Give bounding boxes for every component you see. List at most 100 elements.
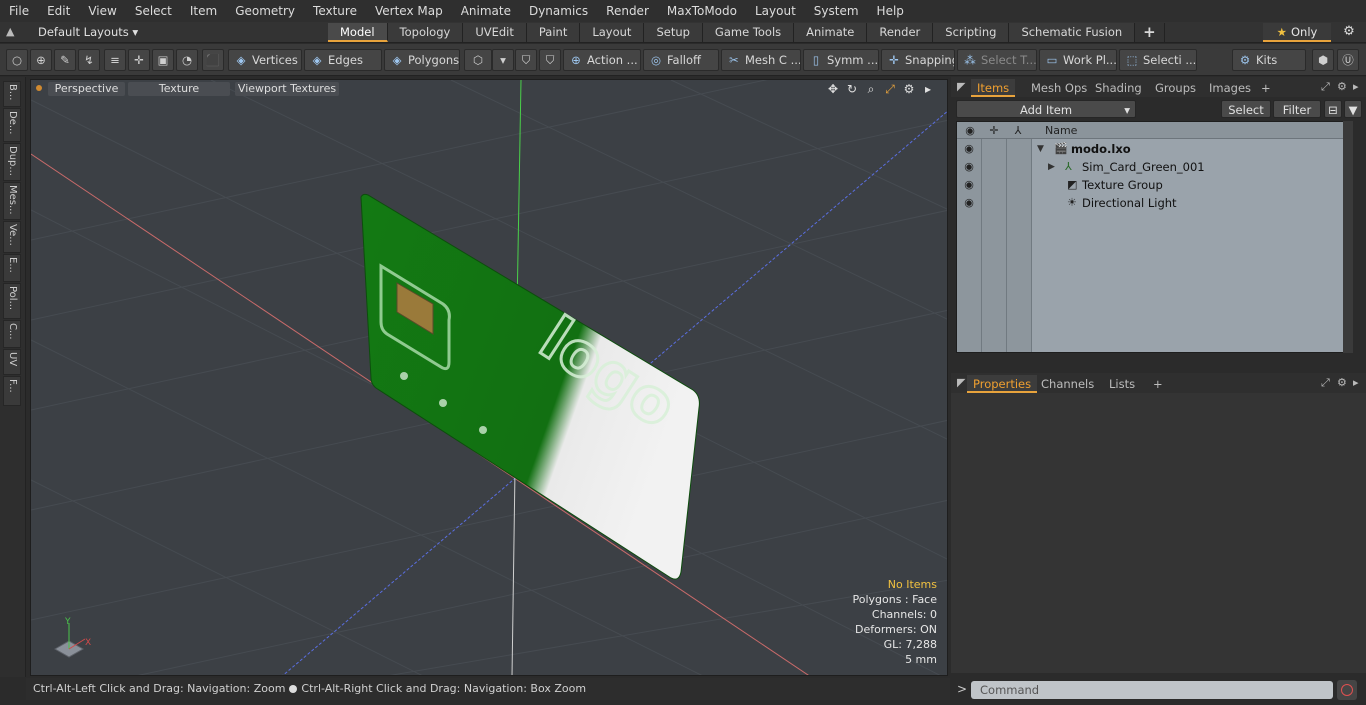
select-through-button[interactable]: ⁂ Select T... [957,49,1037,71]
add-panel-tab-button[interactable]: + [1255,79,1277,97]
panel-settings-icon[interactable]: ⚙ [1337,376,1347,389]
tab-animate[interactable]: Animate [794,23,868,42]
work-plane-button[interactable]: ▭ Work Pl... [1039,49,1117,71]
menu-layout[interactable]: Layout [746,0,805,22]
menu-edit[interactable]: Edit [38,0,79,22]
expand-triangle-icon[interactable]: ▶ [1048,158,1055,176]
mesh-constraint-button[interactable]: ✂ Mesh C ... [721,49,801,71]
pen-tool-button[interactable]: ✎ [54,49,76,71]
kits-button[interactable]: ⚙ Kits [1232,49,1306,71]
command-input[interactable]: Command [971,681,1333,699]
add-item-dropdown[interactable]: Add Item ▾ [956,100,1136,118]
material-mode-button[interactable]: ⬡ [464,49,492,71]
visibility-column-icon[interactable]: ◉ [962,122,978,139]
collapse-triangle-icon[interactable]: ▼ [1037,140,1044,158]
frame-button[interactable]: ▣ [152,49,174,71]
vtab-mesh-edit[interactable]: Mes... [3,182,21,220]
layout-selector[interactable]: Default Layouts ▾ [30,24,146,41]
menu-maxtomodo[interactable]: MaxToModo [658,0,746,22]
menu-view[interactable]: View [79,0,125,22]
vertices-button[interactable]: ◈ Vertices [228,49,302,71]
snapping-button[interactable]: ✛ Snapping [881,49,955,71]
tab-game-tools[interactable]: Game Tools [702,23,795,42]
tab-shading[interactable]: Shading [1089,79,1148,97]
menu-texture[interactable]: Texture [304,0,366,22]
polygons-button[interactable]: ◈ Polygons [384,49,460,71]
tab-mesh-ops[interactable]: Mesh Ops [1025,79,1093,97]
tab-scripting[interactable]: Scripting [933,23,1010,42]
vtab-edge[interactable]: E... [3,254,21,282]
only-button[interactable]: ★ Only [1263,23,1331,42]
record-icon[interactable] [1337,680,1357,700]
viewport-textures-button[interactable]: Viewport Textures [235,82,339,96]
gear-icon[interactable]: ⚙ [1340,24,1358,41]
texture-button[interactable]: Texture [128,82,230,96]
vtab-duplicate[interactable]: Dup... [3,143,21,181]
tab-properties[interactable]: Properties [967,375,1038,393]
tab-items[interactable]: Items [971,79,1016,97]
eye-icon[interactable]: ◉ [961,194,977,212]
tab-model[interactable]: Model [328,23,388,42]
panel-arrow-icon[interactable]: ▸ [1353,80,1359,93]
panel-settings-icon[interactable]: ⚙ [1337,80,1347,93]
snap-toggle-1[interactable]: ⛉ [515,49,537,71]
panel-expand-icon[interactable]: ⤢ [1321,376,1330,390]
menu-select[interactable]: Select [126,0,181,22]
name-column-header[interactable]: Name [1045,122,1077,139]
mode-dropdown-button[interactable]: ▾ [492,49,514,71]
lock-column-icon[interactable]: ✛ [986,122,1002,139]
tab-setup[interactable]: Setup [644,23,703,42]
perspective-button[interactable]: Perspective [48,82,125,96]
menu-item[interactable]: Item [181,0,226,22]
viewport-settings-icon[interactable]: ⚙ [902,82,916,97]
menu-system[interactable]: System [805,0,868,22]
panel-expand-icon[interactable]: ⤢ [1321,80,1330,94]
list-item[interactable]: ◉ ☀ Directional Light [957,194,1347,212]
vtab-uv[interactable]: UV [3,349,21,375]
item-mode-button[interactable]: ⬛ [202,49,224,71]
select-button[interactable]: Select [1221,100,1271,118]
menu-vertex-map[interactable]: Vertex Map [366,0,452,22]
edges-button[interactable]: ◈ Edges [304,49,382,71]
add-panel-tab-button[interactable]: + [1147,375,1169,393]
collapse-icon[interactable]: ⊟ [1324,100,1342,118]
panel-menu-icon[interactable]: ◤ [957,80,965,93]
axis-column-icon[interactable]: ⅄ [1010,122,1026,139]
panel-menu-icon[interactable]: ◤ [957,376,965,389]
maximize-icon[interactable]: ⤢ [883,82,897,97]
action-center-button[interactable]: ⊕ Action ... [563,49,641,71]
select-sphere-button[interactable]: ⊕ [30,49,52,71]
tab-lists[interactable]: Lists [1103,375,1141,393]
vtab-deform[interactable]: De... [3,108,21,142]
vtab-basic[interactable]: B... [3,81,21,107]
rotate-view-icon[interactable]: ↻ [845,82,859,97]
tab-topology[interactable]: Topology [387,23,464,42]
lasso-tool-button[interactable]: ↯ [78,49,100,71]
tab-paint[interactable]: Paint [526,23,581,42]
vtab-polygon[interactable]: Pol... [3,283,21,319]
tab-images[interactable]: Images [1203,79,1257,97]
snap-toggle-2[interactable]: ⛉ [539,49,561,71]
filter-button[interactable]: Filter [1273,100,1321,118]
vtab-fusion[interactable]: F... [3,376,21,406]
tab-uvedit[interactable]: UVEdit [463,23,527,42]
box-kit-button[interactable]: ⬢ [1312,49,1334,71]
3d-viewport[interactable]: logo Perspective Texture Viewport Textur… [30,79,948,676]
eye-icon[interactable]: ◉ [961,158,977,176]
menu-geometry[interactable]: Geometry [226,0,304,22]
eye-icon[interactable]: ◉ [961,176,977,194]
tab-schematic-fusion[interactable]: Schematic Fusion [1009,23,1136,42]
rotate-button[interactable]: ◔ [176,49,198,71]
menu-help[interactable]: Help [868,0,913,22]
menu-dynamics[interactable]: Dynamics [520,0,597,22]
select-circle-button[interactable]: ○ [6,49,28,71]
falloff-button[interactable]: ◎ Falloff [643,49,719,71]
symmetry-button[interactable]: ▯ Symm ... [803,49,879,71]
item-list-scrollbar[interactable] [1343,121,1353,353]
list-item[interactable]: ◉ ▶ ⅄ Sim_Card_Green_001 [957,158,1347,176]
play-icon[interactable]: ▸ [921,82,935,97]
unreal-kit-button[interactable]: Ⓤ [1337,49,1359,71]
move-icon[interactable]: ✥ [826,82,840,97]
add-tab-button[interactable]: + [1135,23,1165,42]
vtab-curve[interactable]: C... [3,320,21,348]
